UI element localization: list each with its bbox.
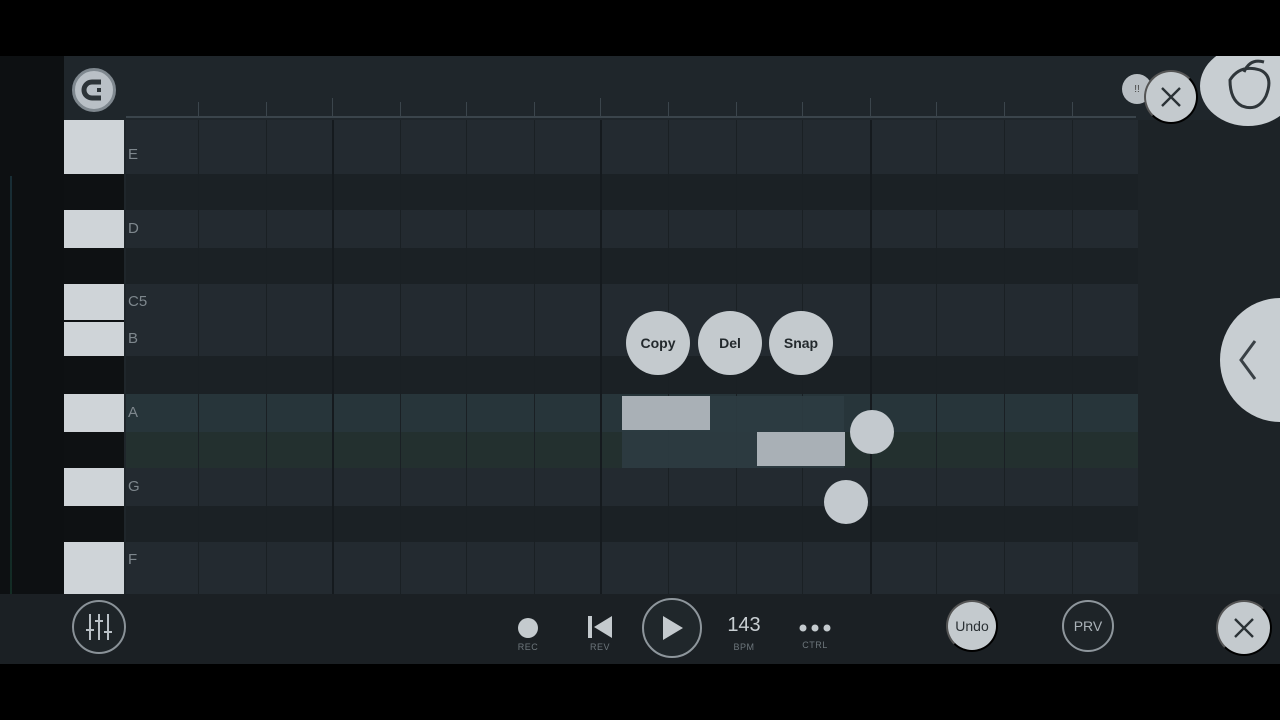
magnet-snap-button[interactable]: [72, 68, 116, 112]
copy-button[interactable]: Copy: [626, 311, 690, 375]
fruit-logo-icon: [1228, 59, 1271, 110]
note-label-d: D: [128, 220, 139, 237]
ctrl-label: CTRL: [802, 640, 828, 650]
play-icon: [663, 616, 683, 640]
sliders-icon: [86, 614, 112, 640]
bpm-display[interactable]: 143 BPM: [720, 614, 768, 652]
more-dots-icon: [799, 624, 831, 632]
close-bottom-button[interactable]: [1216, 600, 1272, 656]
note-label-b: B: [128, 330, 139, 347]
skip-back-icon: [588, 616, 612, 638]
key-g[interactable]: [64, 468, 124, 506]
bpm-label: BPM: [733, 642, 755, 652]
ctrl-button[interactable]: CTRL: [792, 618, 838, 650]
record-button[interactable]: REC: [508, 616, 548, 652]
record-label: REC: [517, 642, 539, 652]
preview-button[interactable]: PRV: [1062, 600, 1114, 652]
key-f[interactable]: [64, 542, 124, 594]
close-icon: [1161, 87, 1181, 107]
close-icon: [1234, 618, 1254, 638]
piano-roll-screen: E D C5 B A G F Copy Del Snap !! REC REV …: [0, 56, 1280, 664]
snap-button[interactable]: Snap: [769, 311, 833, 375]
timeline-ruler[interactable]: [126, 64, 1136, 118]
note-label-c5: C5: [128, 293, 148, 310]
note-label-f: F: [128, 551, 138, 568]
key-b[interactable]: [64, 322, 124, 356]
key-d[interactable]: [64, 210, 124, 248]
record-icon: [518, 618, 538, 638]
play-button[interactable]: [642, 598, 702, 658]
magnet-icon: [81, 79, 101, 101]
note-label-a: A: [128, 404, 139, 421]
chevron-left-icon: [1239, 340, 1257, 380]
left-edge: [0, 56, 64, 664]
note-a[interactable]: [622, 396, 710, 430]
rewind-label: REV: [589, 642, 610, 652]
mixer-button[interactable]: [72, 600, 126, 654]
note-label-g: G: [128, 478, 140, 495]
key-c5[interactable]: [64, 284, 124, 320]
rewind-button[interactable]: REV: [580, 614, 620, 652]
piano-keyboard[interactable]: [64, 120, 124, 594]
bpm-value: 143: [727, 614, 761, 636]
key-a[interactable]: [64, 394, 124, 432]
delete-button[interactable]: Del: [698, 311, 762, 375]
resize-handle[interactable]: [850, 410, 894, 454]
note-g-sharp[interactable]: [757, 432, 845, 466]
close-top-button[interactable]: [1144, 70, 1198, 124]
note-label-e: E: [128, 146, 139, 163]
fl-studio-logo[interactable]: [1200, 56, 1280, 126]
move-handle[interactable]: [824, 480, 868, 524]
key-e[interactable]: [64, 120, 124, 174]
undo-button[interactable]: Undo: [946, 600, 998, 652]
